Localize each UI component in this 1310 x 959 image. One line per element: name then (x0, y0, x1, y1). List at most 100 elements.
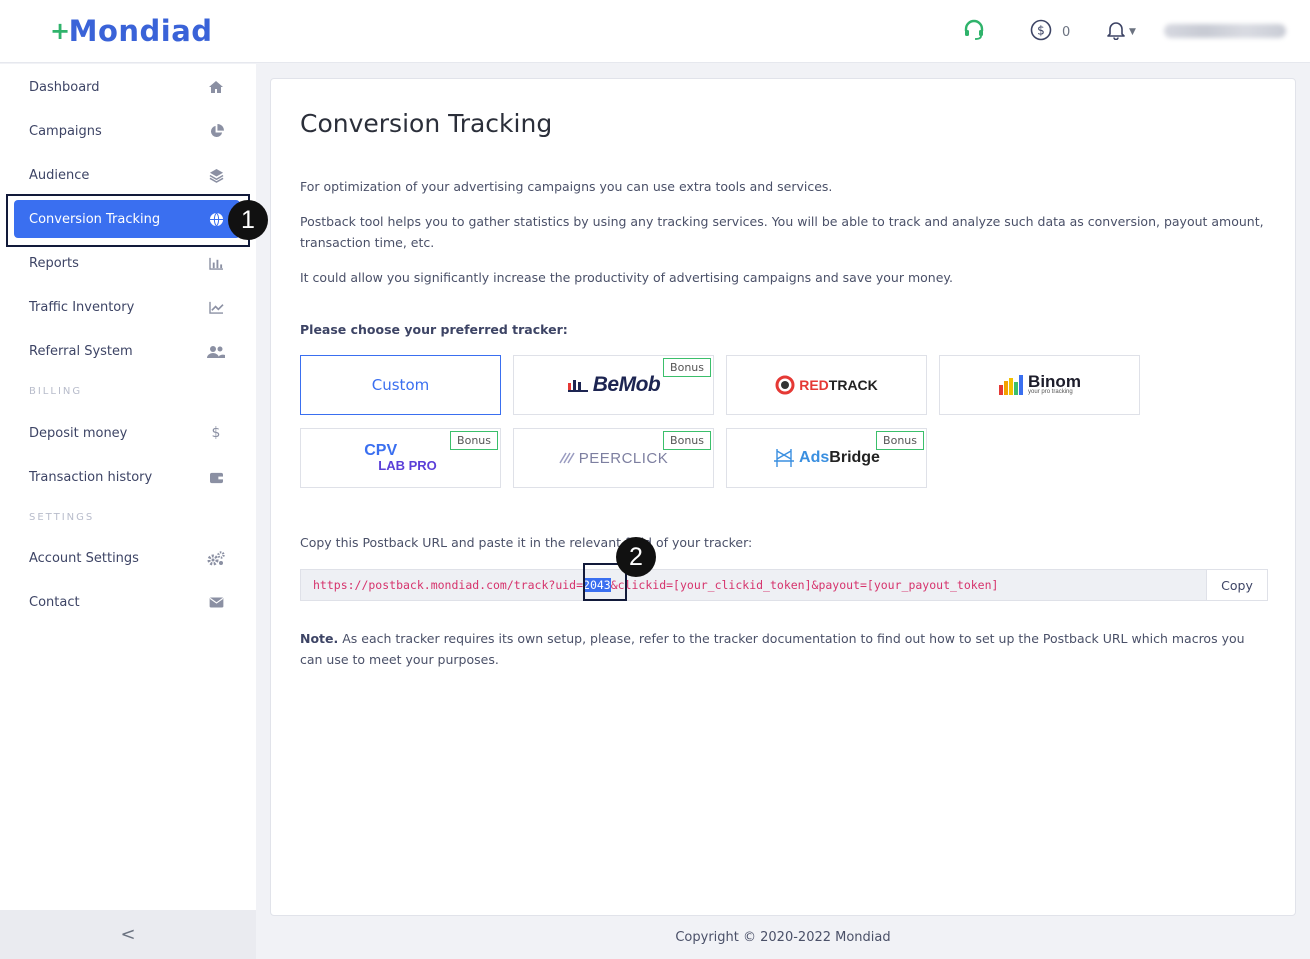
bemob-logo: BeMob (567, 373, 661, 397)
chevron-left-icon: < (120, 924, 136, 945)
intro-paragraph: For optimization of your advertising cam… (300, 179, 833, 194)
bell-icon (1107, 20, 1125, 44)
binom-text-block: Binom your pro tracking (1028, 372, 1081, 395)
adsbridge-wordmark: AdsBridge (799, 449, 880, 467)
redtrack-red-part: RED (799, 377, 829, 393)
notifications-button[interactable]: ▼ (1107, 20, 1136, 44)
note-text: As each tracker requires its own setup, … (300, 631, 1245, 667)
sidebar-item-label: Reports (29, 255, 79, 271)
caret-down-icon: ▼ (1129, 27, 1136, 37)
user-menu-blurred[interactable] (1164, 24, 1286, 38)
sidebar-item-label: Campaigns (29, 123, 102, 139)
settings-section-label: SETTINGS (29, 512, 95, 523)
peerclick-wordmark: PEERCLICK (578, 449, 669, 467)
sidebar-item-referral-system[interactable]: Referral System (14, 332, 240, 370)
sidebar-item-label: Audience (29, 167, 90, 183)
sidebar-item-transaction-history[interactable]: Transaction history (14, 458, 240, 496)
bridge-icon (774, 449, 795, 467)
binom-bars-icon (999, 375, 1024, 395)
logo-text: Mondiad (68, 14, 213, 48)
productivity-paragraph: It could allow you significantly increas… (300, 270, 953, 285)
sidebar-item-label: Transaction history (29, 469, 153, 485)
mondiad-logo[interactable]: +Mondiad (50, 14, 213, 48)
cpv-wordmark: CPV (364, 441, 398, 459)
line-chart-icon (207, 298, 225, 316)
tracker-option-redtrack[interactable]: REDTRACK (726, 355, 927, 415)
peerclick-mark-icon (559, 452, 575, 464)
adsbridge-ads-part: Ads (799, 449, 830, 466)
sidebar-item-audience[interactable]: Audience (14, 156, 240, 194)
sidebar-item-label: Account Settings (29, 550, 139, 566)
users-icon (207, 342, 225, 360)
dollar-sign-icon: $ (211, 425, 221, 441)
url-suffix: &clickid=[your_clickid_token]&payout=[yo… (610, 578, 999, 592)
top-header: +Mondiad $ 0 ▼ (0, 0, 1310, 63)
note-paragraph: Note. As each tracker requires its own s… (300, 628, 1260, 670)
note-label: Note. (300, 631, 339, 646)
bemob-mark-icon (567, 380, 588, 392)
wallet-icon (207, 468, 225, 486)
tracker-option-bemob[interactable]: BeMob Bonus (513, 355, 714, 415)
annotation-box-1 (6, 194, 250, 247)
headset-icon (962, 18, 986, 46)
billing-section-label: BILLING (29, 386, 83, 397)
bonus-badge: Bonus (876, 431, 924, 450)
redtrack-mark-icon (775, 375, 795, 395)
support-button[interactable] (962, 18, 986, 46)
dollar-icon: $ (1030, 19, 1052, 45)
tracker-custom-label: Custom (371, 376, 430, 394)
adsbridge-logo: AdsBridge (773, 447, 880, 469)
binom-wordmark: Binom (1028, 372, 1081, 391)
home-icon (207, 78, 225, 96)
adsbridge-bridge-part: Bridge (829, 449, 880, 466)
tracker-option-cpvlab-pro[interactable]: CPV LAB PRO Bonus (300, 428, 501, 488)
logo-plus-mark: + (50, 17, 71, 45)
tracker-option-adsbridge[interactable]: AdsBridge Bonus (726, 428, 927, 488)
cpv-lab-pro-text: LAB PRO (378, 457, 437, 473)
redtrack-logo: REDTRACK (775, 375, 878, 395)
sidebar-item-label: Traffic Inventory (29, 299, 135, 315)
cpvlab-logo: CPV LAB PRO (364, 441, 437, 473)
annotation-badge-2: 2 (616, 537, 656, 577)
peerclick-logo: PEERCLICK (559, 450, 669, 467)
sidebar-item-label: Referral System (29, 343, 133, 359)
sidebar: Dashboard Campaigns Audience Conversion … (0, 64, 256, 910)
cogs-icon (207, 549, 225, 567)
balance-indicator[interactable]: $ 0 (1030, 19, 1071, 45)
sidebar-item-label: Dashboard (29, 79, 100, 95)
sidebar-item-account-settings[interactable]: Account Settings (14, 539, 240, 577)
page-title: Conversion Tracking (300, 109, 553, 138)
bonus-badge: Bonus (663, 431, 711, 450)
bemob-wordmark: BeMob (592, 373, 661, 396)
layers-icon (207, 166, 225, 184)
tracker-option-custom[interactable]: Custom (300, 355, 501, 415)
balance-amount: 0 (1062, 24, 1071, 40)
collapse-sidebar-button[interactable]: < (0, 910, 256, 959)
sidebar-item-campaigns[interactable]: Campaigns (14, 112, 240, 150)
bonus-badge: Bonus (450, 431, 498, 450)
redtrack-rest-part: TRACK (828, 377, 878, 393)
postback-url-field[interactable]: https://postback.mondiad.com/track?uid= 2… (300, 569, 1206, 601)
svg-text:$: $ (1037, 24, 1045, 38)
sidebar-item-contact[interactable]: Contact (14, 583, 240, 621)
pie-chart-icon (207, 122, 225, 140)
conversion-tracking-card: Conversion Tracking For optimization of … (270, 78, 1296, 916)
copy-button[interactable]: Copy (1206, 569, 1268, 601)
bar-chart-icon (207, 254, 225, 272)
sidebar-item-traffic-inventory[interactable]: Traffic Inventory (14, 288, 240, 326)
postback-description: Postback tool helps you to gather statis… (300, 214, 1264, 250)
tracker-option-peerclick[interactable]: PEERCLICK Bonus (513, 428, 714, 488)
sidebar-item-label: Deposit money (29, 425, 128, 441)
sidebar-item-label: Contact (29, 594, 80, 610)
bonus-badge: Bonus (663, 358, 711, 377)
postback-url-label: Copy this Postback URL and paste it in t… (300, 535, 753, 550)
sidebar-item-deposit-money[interactable]: Deposit money $ (14, 414, 240, 452)
sidebar-item-reports[interactable]: Reports (14, 244, 240, 282)
envelope-icon (207, 593, 225, 611)
choose-tracker-label: Please choose your preferred tracker: (300, 322, 568, 337)
binom-logo: Binom your pro tracking (998, 372, 1081, 395)
url-prefix: https://postback.mondiad.com/track?uid= (313, 578, 584, 592)
annotation-badge-1: 1 (228, 200, 268, 240)
sidebar-item-dashboard[interactable]: Dashboard (14, 68, 240, 106)
tracker-option-binom[interactable]: Binom your pro tracking (939, 355, 1140, 415)
